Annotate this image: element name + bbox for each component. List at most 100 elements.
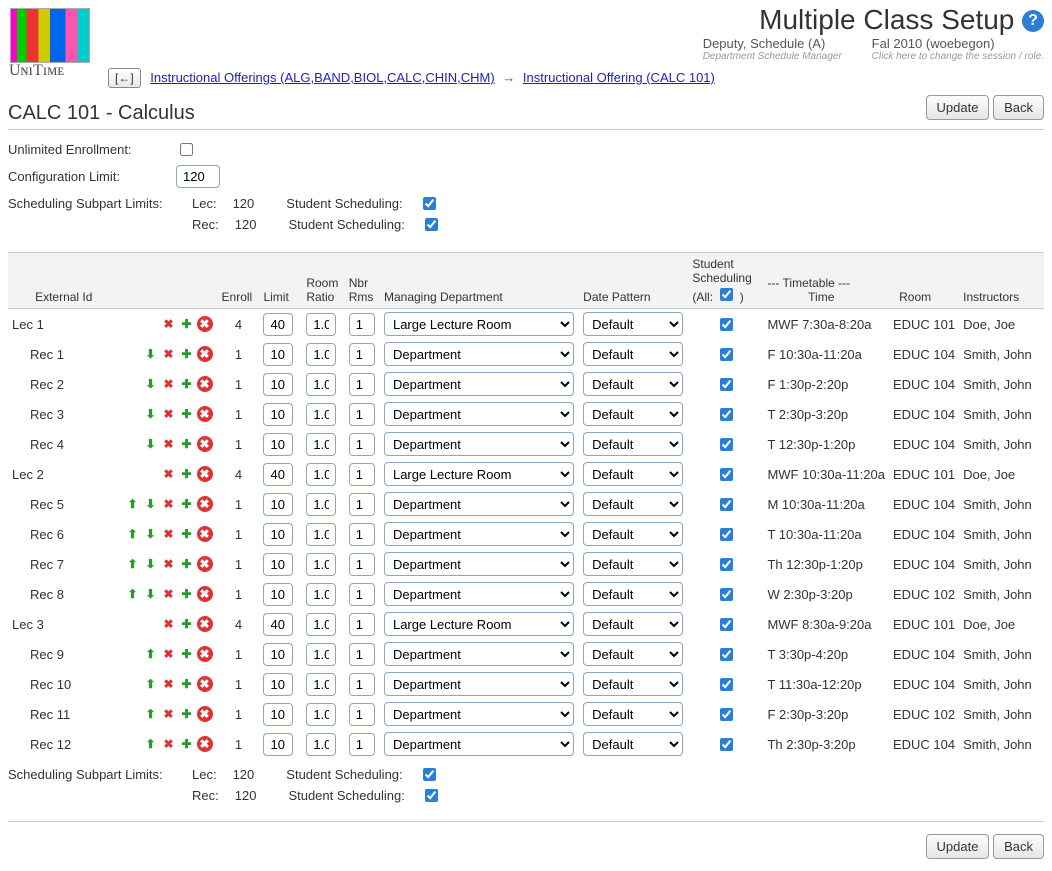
- move-up-icon[interactable]: ⬆: [143, 676, 159, 692]
- date-pattern-select[interactable]: Default: [583, 702, 683, 726]
- user-info[interactable]: Deputy, Schedule (A) Department Schedule…: [703, 36, 842, 62]
- limit-input[interactable]: [263, 613, 293, 636]
- room-ratio-input[interactable]: [306, 523, 336, 546]
- move-up-icon[interactable]: ⬆: [125, 556, 141, 572]
- date-pattern-select[interactable]: Default: [583, 612, 683, 636]
- managing-department-select[interactable]: Large Lecture RoomDepartment: [384, 522, 574, 546]
- student-scheduling-checkbox[interactable]: [720, 588, 733, 601]
- nbr-rooms-input[interactable]: [349, 613, 375, 636]
- cancel-icon[interactable]: ✖: [161, 736, 177, 752]
- student-scheduling-lec-checkbox-bottom[interactable]: [423, 768, 436, 781]
- student-scheduling-checkbox[interactable]: [720, 318, 733, 331]
- date-pattern-select[interactable]: Default: [583, 582, 683, 606]
- cancel-icon[interactable]: ✖: [161, 586, 177, 602]
- student-scheduling-checkbox[interactable]: [720, 678, 733, 691]
- managing-department-select[interactable]: Large Lecture RoomDepartment: [384, 642, 574, 666]
- move-down-icon[interactable]: ⬇: [143, 376, 159, 392]
- managing-department-select[interactable]: Large Lecture RoomDepartment: [384, 612, 574, 636]
- date-pattern-select[interactable]: Default: [583, 492, 683, 516]
- cancel-icon[interactable]: ✖: [161, 646, 177, 662]
- nbr-rooms-input[interactable]: [349, 553, 375, 576]
- delete-icon[interactable]: ✖: [197, 376, 213, 392]
- breadcrumb-link-2[interactable]: Instructional Offering (CALC 101): [523, 70, 715, 85]
- room-ratio-input[interactable]: [306, 313, 336, 336]
- delete-icon[interactable]: ✖: [197, 586, 213, 602]
- limit-input[interactable]: [263, 403, 293, 426]
- move-up-icon[interactable]: ⬆: [143, 706, 159, 722]
- date-pattern-select[interactable]: Default: [583, 522, 683, 546]
- date-pattern-select[interactable]: Default: [583, 552, 683, 576]
- room-ratio-input[interactable]: [306, 583, 336, 606]
- room-ratio-input[interactable]: [306, 733, 336, 756]
- room-ratio-input[interactable]: [306, 403, 336, 426]
- limit-input[interactable]: [263, 433, 293, 456]
- cancel-icon[interactable]: ✖: [161, 346, 177, 362]
- limit-input[interactable]: [263, 703, 293, 726]
- add-icon[interactable]: ✚: [179, 556, 195, 572]
- unlimited-enrollment-checkbox[interactable]: [180, 143, 193, 156]
- delete-icon[interactable]: ✖: [197, 496, 213, 512]
- student-scheduling-checkbox[interactable]: [720, 408, 733, 421]
- student-scheduling-checkbox[interactable]: [720, 438, 733, 451]
- add-icon[interactable]: ✚: [179, 316, 195, 332]
- add-icon[interactable]: ✚: [179, 676, 195, 692]
- managing-department-select[interactable]: Large Lecture RoomDepartment: [384, 552, 574, 576]
- student-scheduling-checkbox[interactable]: [720, 528, 733, 541]
- date-pattern-select[interactable]: Default: [583, 732, 683, 756]
- delete-icon[interactable]: ✖: [197, 436, 213, 452]
- add-icon[interactable]: ✚: [179, 436, 195, 452]
- add-icon[interactable]: ✚: [179, 736, 195, 752]
- limit-input[interactable]: [263, 493, 293, 516]
- back-button-bottom[interactable]: Back: [993, 834, 1044, 859]
- room-ratio-input[interactable]: [306, 373, 336, 396]
- date-pattern-select[interactable]: Default: [583, 642, 683, 666]
- nbr-rooms-input[interactable]: [349, 343, 375, 366]
- student-scheduling-rec-checkbox[interactable]: [425, 218, 438, 231]
- cancel-icon[interactable]: ✖: [161, 616, 177, 632]
- move-down-icon[interactable]: ⬇: [143, 346, 159, 362]
- add-icon[interactable]: ✚: [179, 586, 195, 602]
- cancel-icon[interactable]: ✖: [161, 466, 177, 482]
- student-scheduling-checkbox[interactable]: [720, 378, 733, 391]
- student-scheduling-all-checkbox[interactable]: [720, 288, 733, 301]
- room-ratio-input[interactable]: [306, 433, 336, 456]
- move-down-icon[interactable]: ⬇: [143, 406, 159, 422]
- room-ratio-input[interactable]: [306, 463, 336, 486]
- cancel-icon[interactable]: ✖: [161, 496, 177, 512]
- move-down-icon[interactable]: ⬇: [143, 526, 159, 542]
- date-pattern-select[interactable]: Default: [583, 462, 683, 486]
- student-scheduling-checkbox[interactable]: [720, 498, 733, 511]
- room-ratio-input[interactable]: [306, 703, 336, 726]
- nbr-rooms-input[interactable]: [349, 523, 375, 546]
- add-icon[interactable]: ✚: [179, 496, 195, 512]
- update-button-top[interactable]: Update: [926, 95, 990, 120]
- nbr-rooms-input[interactable]: [349, 643, 375, 666]
- student-scheduling-checkbox[interactable]: [720, 648, 733, 661]
- back-button-top[interactable]: Back: [993, 95, 1044, 120]
- add-icon[interactable]: ✚: [179, 706, 195, 722]
- delete-icon[interactable]: ✖: [197, 526, 213, 542]
- delete-icon[interactable]: ✖: [197, 556, 213, 572]
- nbr-rooms-input[interactable]: [349, 403, 375, 426]
- move-down-icon[interactable]: ⬇: [143, 586, 159, 602]
- managing-department-select[interactable]: Large Lecture RoomDepartment: [384, 492, 574, 516]
- delete-icon[interactable]: ✖: [197, 736, 213, 752]
- room-ratio-input[interactable]: [306, 343, 336, 366]
- cancel-icon[interactable]: ✖: [161, 556, 177, 572]
- nbr-rooms-input[interactable]: [349, 493, 375, 516]
- unitime-logo[interactable]: [10, 8, 90, 63]
- student-scheduling-checkbox[interactable]: [720, 738, 733, 751]
- add-icon[interactable]: ✚: [179, 646, 195, 662]
- move-up-icon[interactable]: ⬆: [125, 526, 141, 542]
- student-scheduling-checkbox[interactable]: [720, 558, 733, 571]
- limit-input[interactable]: [263, 553, 293, 576]
- managing-department-select[interactable]: Large Lecture RoomDepartment: [384, 672, 574, 696]
- managing-department-select[interactable]: Large Lecture RoomDepartment: [384, 432, 574, 456]
- add-icon[interactable]: ✚: [179, 376, 195, 392]
- student-scheduling-lec-checkbox[interactable]: [423, 197, 436, 210]
- session-info[interactable]: Fal 2010 (woebegon) Click here to change…: [872, 36, 1044, 62]
- student-scheduling-rec-checkbox-bottom[interactable]: [425, 789, 438, 802]
- room-ratio-input[interactable]: [306, 613, 336, 636]
- date-pattern-select[interactable]: Default: [583, 402, 683, 426]
- managing-department-select[interactable]: Large Lecture RoomDepartment: [384, 702, 574, 726]
